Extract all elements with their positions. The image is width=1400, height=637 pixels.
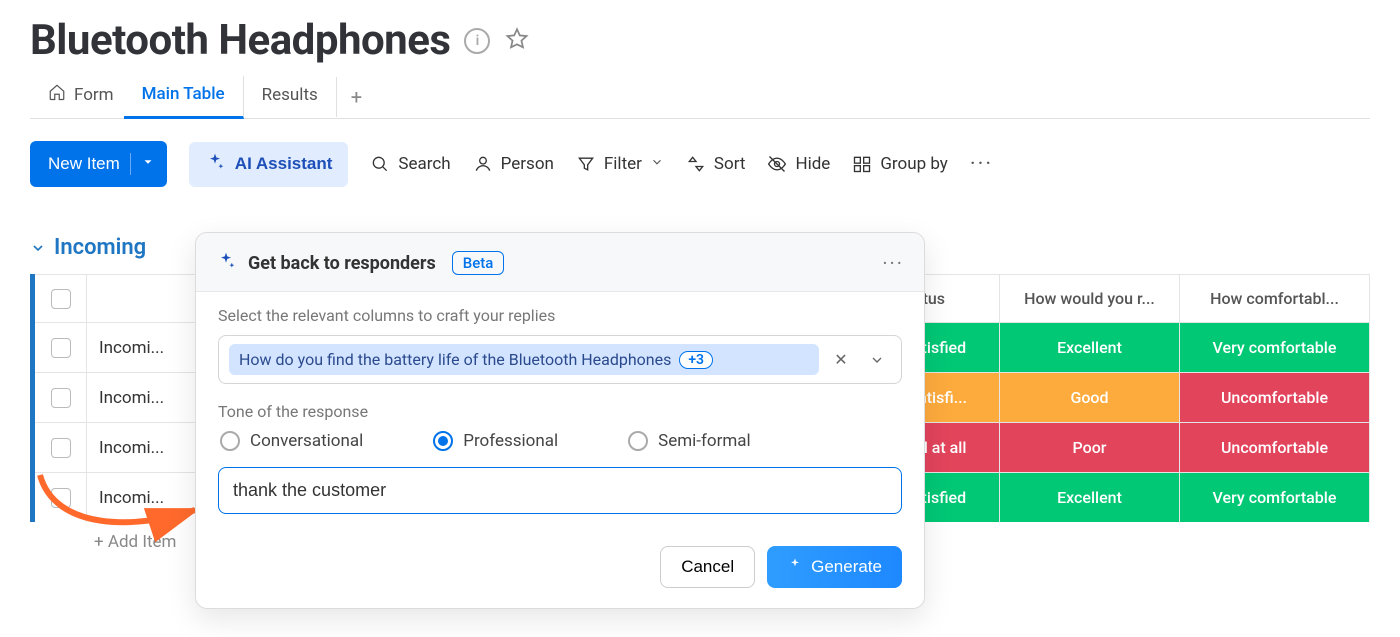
chevron-down-icon[interactable] — [863, 346, 891, 374]
tab-results[interactable]: Results — [244, 77, 337, 117]
new-item-button[interactable]: New Item — [30, 141, 167, 187]
rating-cell[interactable]: Poor — [1000, 423, 1180, 472]
person-filter-button[interactable]: Person — [473, 154, 554, 174]
row-checkbox[interactable] — [51, 488, 71, 508]
comfort-cell[interactable]: Very comfortable — [1180, 323, 1370, 372]
hide-icon — [767, 154, 787, 174]
popover-more-icon[interactable]: ··· — [882, 251, 904, 275]
chevron-down-icon — [650, 154, 664, 174]
column-chip[interactable]: How do you find the battery life of the … — [229, 344, 819, 375]
tone-option-professional[interactable]: Professional — [433, 431, 558, 451]
select-all-checkbox[interactable] — [51, 289, 71, 309]
sparkle-icon — [216, 251, 236, 275]
view-tabs: Form Main Table Results + — [30, 75, 1370, 119]
generate-button[interactable]: Generate — [767, 546, 902, 588]
rating-cell[interactable]: Excellent — [1000, 323, 1180, 372]
row-checkbox[interactable] — [51, 438, 71, 458]
column-header-rating[interactable]: How would you r... — [1000, 275, 1180, 322]
more-count-badge: +3 — [679, 351, 713, 369]
tab-form-label: Form — [74, 85, 114, 105]
ai-assistant-button[interactable]: AI Assistant — [189, 142, 349, 187]
person-icon — [473, 154, 493, 174]
hide-button[interactable]: Hide — [767, 154, 830, 174]
group-icon — [852, 154, 872, 174]
page-title: Bluetooth Headphones — [30, 16, 450, 65]
chevron-down-icon — [141, 154, 155, 174]
filter-button[interactable]: Filter — [576, 154, 664, 174]
columns-select[interactable]: How do you find the battery life of the … — [218, 335, 902, 384]
clear-icon[interactable]: ✕ — [827, 346, 855, 374]
tab-add-view[interactable]: + — [337, 81, 376, 113]
comfort-cell[interactable]: Uncomfortable — [1180, 373, 1370, 422]
group-by-button[interactable]: Group by — [852, 154, 948, 174]
search-button[interactable]: Search — [370, 154, 450, 174]
row-checkbox[interactable] — [51, 388, 71, 408]
favorite-star-icon[interactable] — [504, 26, 530, 56]
popover-title: Get back to responders — [248, 253, 436, 274]
sparkle-icon — [205, 152, 225, 177]
sort-icon — [686, 154, 706, 174]
tone-label: Tone of the response — [218, 402, 902, 421]
board-toolbar: New Item AI Assistant Search Person Filt… — [30, 141, 1370, 187]
sparkle-icon — [787, 557, 803, 578]
toolbar-more-icon[interactable]: ··· — [970, 152, 993, 177]
comfort-cell[interactable]: Uncomfortable — [1180, 423, 1370, 472]
ai-assistant-popover: Get back to responders Beta ··· Select t… — [195, 232, 925, 609]
rating-cell[interactable]: Excellent — [1000, 473, 1180, 522]
tone-option-semi-formal[interactable]: Semi-formal — [628, 431, 751, 451]
rating-cell[interactable]: Good — [1000, 373, 1180, 422]
tone-option-conversational[interactable]: Conversational — [220, 431, 363, 451]
column-header-comfort[interactable]: How comfortabl... — [1180, 275, 1370, 322]
row-checkbox[interactable] — [51, 338, 71, 358]
prompt-input[interactable] — [218, 467, 902, 514]
columns-select-label: Select the relevant columns to craft you… — [218, 306, 902, 325]
tab-main-table[interactable]: Main Table — [124, 76, 244, 119]
tab-form[interactable]: Form — [30, 75, 124, 118]
info-icon[interactable]: i — [464, 28, 490, 54]
cancel-button[interactable]: Cancel — [660, 546, 755, 588]
beta-badge: Beta — [452, 251, 505, 275]
chevron-down-icon — [30, 240, 46, 256]
tone-radio-group: Conversational Professional Semi-formal — [220, 431, 902, 451]
filter-icon — [576, 154, 596, 174]
home-icon — [48, 83, 66, 106]
sort-button[interactable]: Sort — [686, 154, 746, 174]
comfort-cell[interactable]: Very comfortable — [1180, 473, 1370, 522]
search-icon — [370, 154, 390, 174]
